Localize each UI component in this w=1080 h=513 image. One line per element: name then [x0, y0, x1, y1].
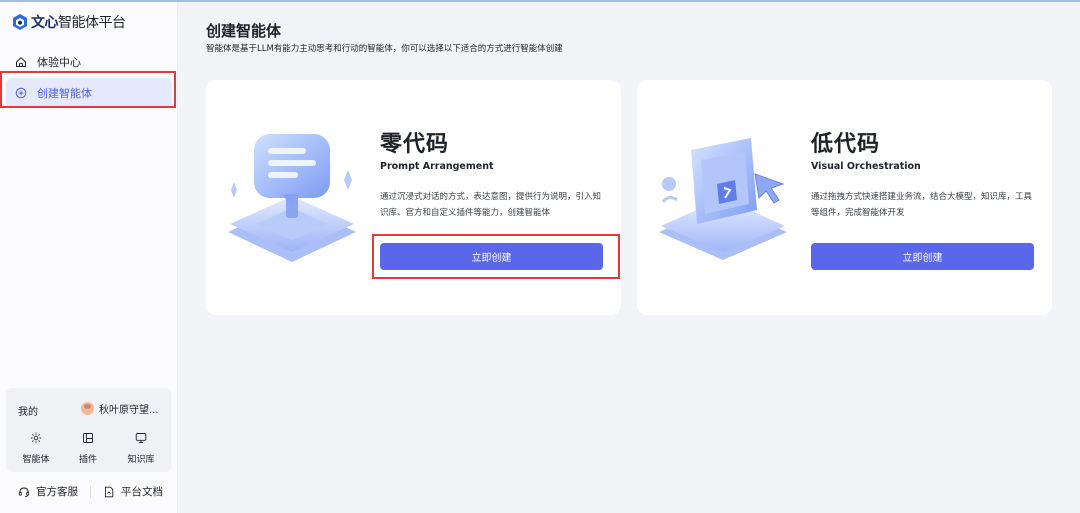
avatar: [81, 402, 94, 415]
brand-strong: 文心: [31, 15, 59, 31]
shortcut-knowledge-base[interactable]: 知识库: [121, 432, 161, 466]
username: 秋叶原守望...: [99, 405, 159, 416]
plugin-icon: [83, 433, 93, 443]
monitor-icon: [135, 433, 147, 444]
page-title: 创建智能体: [206, 22, 282, 40]
sidebar-item-label: 创建智能体: [37, 87, 92, 100]
user-profile[interactable]: 秋叶原守望...: [81, 401, 159, 416]
page-subtitle: 智能体是基于LLM有能力主动思考和行动的智能体，你可以选择以下适合的方式进行智能…: [206, 44, 563, 54]
create-low-code-button[interactable]: 立即创建: [811, 243, 1034, 270]
document-icon: [105, 486, 114, 497]
sidebar-item-experience-center[interactable]: 体验中心: [6, 47, 172, 77]
sidebar-footer: 官方客服 平台文档: [18, 484, 163, 499]
card-subtitle: Prompt Arrangement: [380, 161, 494, 172]
footer-link-label: 平台文档: [121, 486, 163, 498]
chat-bubble-illustration: [228, 134, 356, 262]
shortcut-label: 插件: [78, 455, 97, 465]
cursor-screen-illustration: [659, 138, 787, 260]
low-code-card: 低代码 Visual Orchestration 通过拖拽方式快速搭建业务流，结…: [637, 80, 1052, 315]
plus-circle-icon: [15, 87, 27, 99]
shortcut-agents[interactable]: 智能体: [16, 432, 56, 466]
footer-divider: [90, 485, 91, 498]
brand-logo[interactable]: 文心 智能体平台: [12, 12, 126, 32]
create-zero-code-button[interactable]: 立即创建: [380, 243, 603, 270]
footer-link-label: 官方客服: [36, 486, 78, 498]
sidebar-item-create-agent[interactable]: 创建智能体: [6, 78, 172, 108]
sidebar-item-label: 体验中心: [37, 56, 81, 69]
card-subtitle: Visual Orchestration: [811, 161, 921, 172]
home-icon: [16, 57, 26, 67]
my-panel: 我的 秋叶原守望... 智能体 插件 知识库: [6, 388, 171, 472]
wenxin-logo-icon: [13, 14, 27, 30]
headset-icon: [18, 486, 30, 497]
platform-docs-link[interactable]: 平台文档: [103, 484, 163, 499]
sidebar: 文心 智能体平台 体验中心 创建智能体 我的 秋叶原守望... 智能体 插件 知…: [0, 2, 178, 513]
card-description: 通过拖拽方式快速搭建业务流，结合大模型，知识库，工具等组件，完成智能体开发: [811, 192, 1033, 218]
shortcut-label: 智能体: [22, 455, 50, 465]
my-label: 我的: [18, 407, 38, 418]
card-title: 低代码: [811, 132, 881, 157]
zero-code-card: 零代码 Prompt Arrangement 通过沉浸式对话的方式，表达意图，提…: [206, 80, 621, 315]
card-description: 通过沉浸式对话的方式，表达意图，提供行为说明，引入知识库、官方和自定义插件等能力…: [380, 192, 602, 218]
brand-rest: 智能体平台: [58, 15, 126, 31]
shortcut-plugins[interactable]: 插件: [68, 432, 108, 466]
official-support-link[interactable]: 官方客服: [18, 484, 78, 499]
card-title: 零代码: [380, 132, 450, 157]
sparkle-icon: [30, 432, 42, 444]
shortcut-label: 知识库: [127, 455, 155, 465]
